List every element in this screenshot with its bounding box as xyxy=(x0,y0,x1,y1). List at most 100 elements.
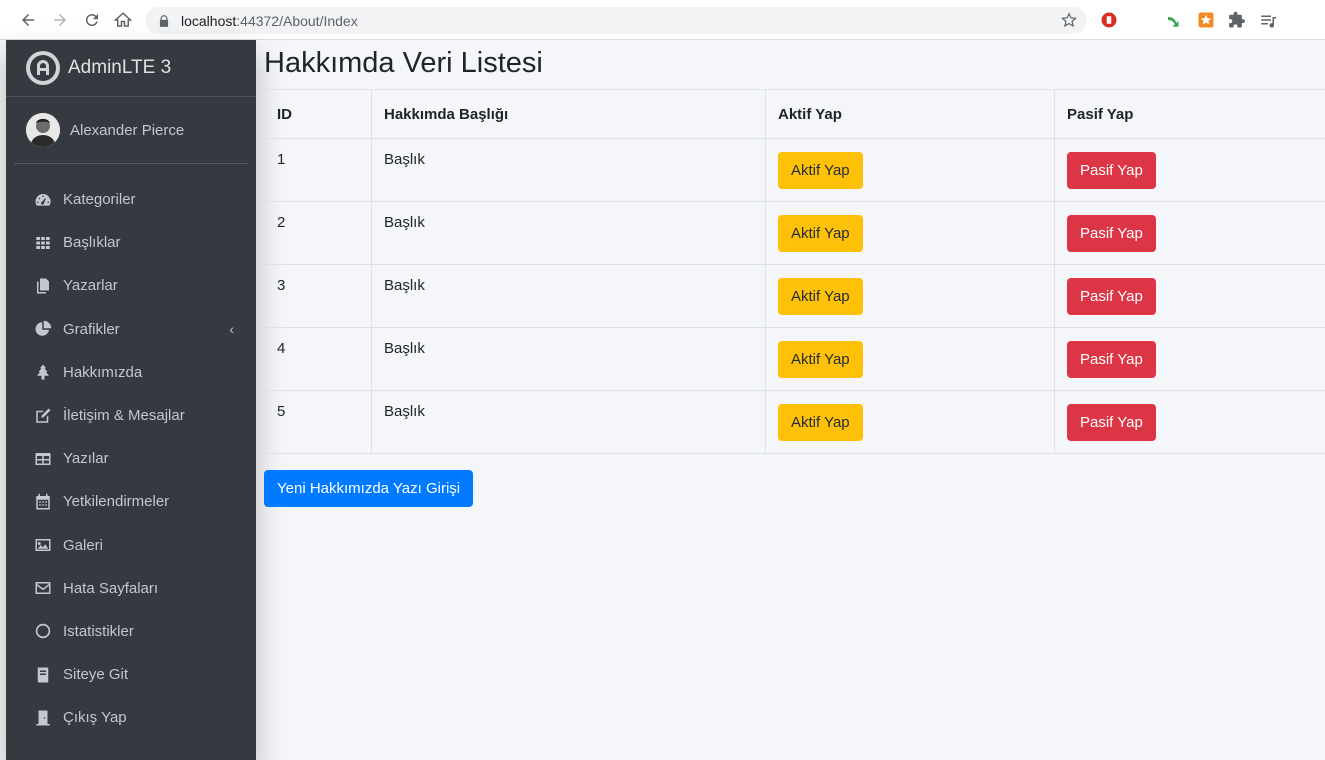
cell-activate: Aktif Yap xyxy=(765,201,1055,265)
sidebar-item-label: Hata Sayfaları xyxy=(63,579,159,597)
tree-icon xyxy=(33,362,53,382)
browser-toolbar: localhost:44372/About/Index xyxy=(0,0,1325,40)
url-path: :44372/About/Index xyxy=(236,12,358,29)
cell-id: 3 xyxy=(264,264,372,328)
edit-icon xyxy=(33,406,53,426)
orange-star-extension-icon[interactable] xyxy=(1197,11,1215,29)
cell-title: Başlık xyxy=(371,138,766,202)
cell-id: 2 xyxy=(264,201,372,265)
cell-deactivate: Pasif Yap xyxy=(1054,390,1325,454)
activate-button[interactable]: Aktif Yap xyxy=(778,215,863,252)
cell-activate: Aktif Yap xyxy=(765,264,1055,328)
sidebar-item-yetkilendirmeler[interactable]: Yetkilendirmeler xyxy=(6,480,256,523)
sidebar-item-yazilar[interactable]: Yazılar xyxy=(6,437,256,480)
adblock-extension-icon[interactable] xyxy=(1100,11,1118,29)
copy-icon xyxy=(33,276,53,296)
activate-button[interactable]: Aktif Yap xyxy=(778,404,863,441)
user-name-link[interactable]: Alexander Pierce xyxy=(70,122,184,139)
sidebar-item-galeri[interactable]: Galeri xyxy=(6,524,256,567)
user-panel: Alexander Pierce xyxy=(14,97,248,164)
image-icon xyxy=(33,535,53,555)
column-header-title: Hakkımda Başlığı xyxy=(371,89,766,139)
reload-icon xyxy=(85,14,98,27)
sidebar-item-label: Siteye Git xyxy=(63,666,129,684)
cell-deactivate: Pasif Yap xyxy=(1054,201,1325,265)
sidebar-item-label: İletişim & Mesajlar xyxy=(63,407,185,425)
lock-icon xyxy=(159,14,169,27)
activate-button[interactable]: Aktif Yap xyxy=(778,278,863,315)
sidebar-item-hata-sayfalari[interactable]: Hata Sayfaları xyxy=(6,567,256,610)
green-arrow-extension-icon[interactable] xyxy=(1165,11,1183,29)
sidebar-item-label: Kategoriler xyxy=(63,191,136,209)
cell-deactivate: Pasif Yap xyxy=(1054,138,1325,202)
page-title: Hakkımda Veri Listesi xyxy=(264,47,543,79)
avatar xyxy=(26,113,60,147)
forward-button[interactable] xyxy=(45,5,75,35)
deactivate-button[interactable]: Pasif Yap xyxy=(1067,278,1156,315)
about-table: ID Hakkımda Başlığı Aktif Yap Pasif Yap … xyxy=(264,89,1325,454)
main-sidebar: AdminLTE 3 Alexander Pierce Kategoriler … xyxy=(6,40,256,760)
sidebar-item-iletisim[interactable]: İletişim & Mesajlar xyxy=(6,394,256,437)
back-button[interactable] xyxy=(13,5,43,35)
table-row: 5 Başlık Aktif Yap Pasif Yap xyxy=(264,390,1325,454)
deactivate-button[interactable]: Pasif Yap xyxy=(1067,152,1156,189)
cell-title: Başlık xyxy=(371,264,766,328)
sidebar-item-kategoriler[interactable]: Kategoriler xyxy=(6,178,256,221)
sidebar-item-yazarlar[interactable]: Yazarlar xyxy=(6,264,256,307)
book-icon xyxy=(33,665,53,685)
new-about-entry-button[interactable]: Yeni Hakkımızda Yazı Girişi xyxy=(264,470,474,507)
sidebar-item-hakkimizda[interactable]: Hakkımızda xyxy=(6,351,256,394)
cell-id: 5 xyxy=(264,390,372,454)
cell-activate: Aktif Yap xyxy=(765,327,1055,391)
grid-icon xyxy=(33,233,53,253)
cell-title: Başlık xyxy=(371,201,766,265)
sidebar-item-label: Çıkış Yap xyxy=(63,709,127,727)
deactivate-button[interactable]: Pasif Yap xyxy=(1067,404,1156,441)
table-row: 3 Başlık Aktif Yap Pasif Yap xyxy=(264,264,1325,328)
calendar-icon xyxy=(33,492,53,512)
pie-chart-icon xyxy=(33,319,53,339)
sidebar-item-label: Galeri xyxy=(63,536,104,554)
content-wrapper: Hakkımda Veri Listesi ID Hakkımda Başlığ… xyxy=(264,40,1325,507)
activate-button[interactable]: Aktif Yap xyxy=(778,341,863,378)
table-icon xyxy=(33,449,53,469)
reload-button[interactable] xyxy=(77,5,107,35)
sidebar-item-cikis-yap[interactable]: Çıkış Yap xyxy=(6,696,256,739)
sidebar-item-label: Yazılar xyxy=(63,450,109,468)
cell-id: 1 xyxy=(264,138,372,202)
reading-list-icon[interactable] xyxy=(1259,11,1277,29)
deactivate-button[interactable]: Pasif Yap xyxy=(1067,341,1156,378)
circle-icon xyxy=(33,621,53,641)
sidebar-item-siteye-git[interactable]: Siteye Git xyxy=(6,653,256,696)
sidebar-item-grafikler[interactable]: Grafikler ‹ xyxy=(6,308,256,351)
home-button[interactable] xyxy=(108,5,138,35)
cell-deactivate: Pasif Yap xyxy=(1054,264,1325,328)
envelope-icon xyxy=(33,578,53,598)
column-header-activate: Aktif Yap xyxy=(765,89,1055,139)
adminlte-logo xyxy=(26,51,60,85)
sidebar-item-basliklar[interactable]: Başlıklar xyxy=(6,221,256,264)
sidebar-item-label: Başlıklar xyxy=(63,234,121,252)
brand-link[interactable]: AdminLTE 3 xyxy=(6,40,256,97)
sidebar-item-label: Hakkımızda xyxy=(63,363,143,381)
arrow-right-icon xyxy=(54,14,66,26)
arrow-left-icon xyxy=(22,14,34,26)
chevron-left-icon[interactable]: ‹ xyxy=(229,321,234,337)
address-bar[interactable]: localhost:44372/About/Index xyxy=(145,7,1087,34)
table-row: 2 Başlık Aktif Yap Pasif Yap xyxy=(264,201,1325,265)
deactivate-button[interactable]: Pasif Yap xyxy=(1067,215,1156,252)
cell-deactivate: Pasif Yap xyxy=(1054,327,1325,391)
home-icon xyxy=(114,12,132,27)
column-header-deactivate: Pasif Yap xyxy=(1054,89,1325,139)
sidebar-item-istatistikler[interactable]: Istatistikler xyxy=(6,610,256,653)
cell-title: Başlık xyxy=(371,327,766,391)
cell-id: 4 xyxy=(264,327,372,391)
door-icon xyxy=(33,708,53,728)
new-entry-wrap: Yeni Hakkımızda Yazı Girişi xyxy=(264,470,1325,507)
sidebar-nav: Kategoriler Başlıklar Yazarlar Grafikler… xyxy=(6,178,256,739)
puzzle-extensions-icon[interactable] xyxy=(1228,11,1246,29)
brand-text: AdminLTE 3 xyxy=(68,57,172,78)
activate-button[interactable]: Aktif Yap xyxy=(778,152,863,189)
bookmark-star-icon[interactable] xyxy=(1061,12,1077,28)
cell-activate: Aktif Yap xyxy=(765,390,1055,454)
